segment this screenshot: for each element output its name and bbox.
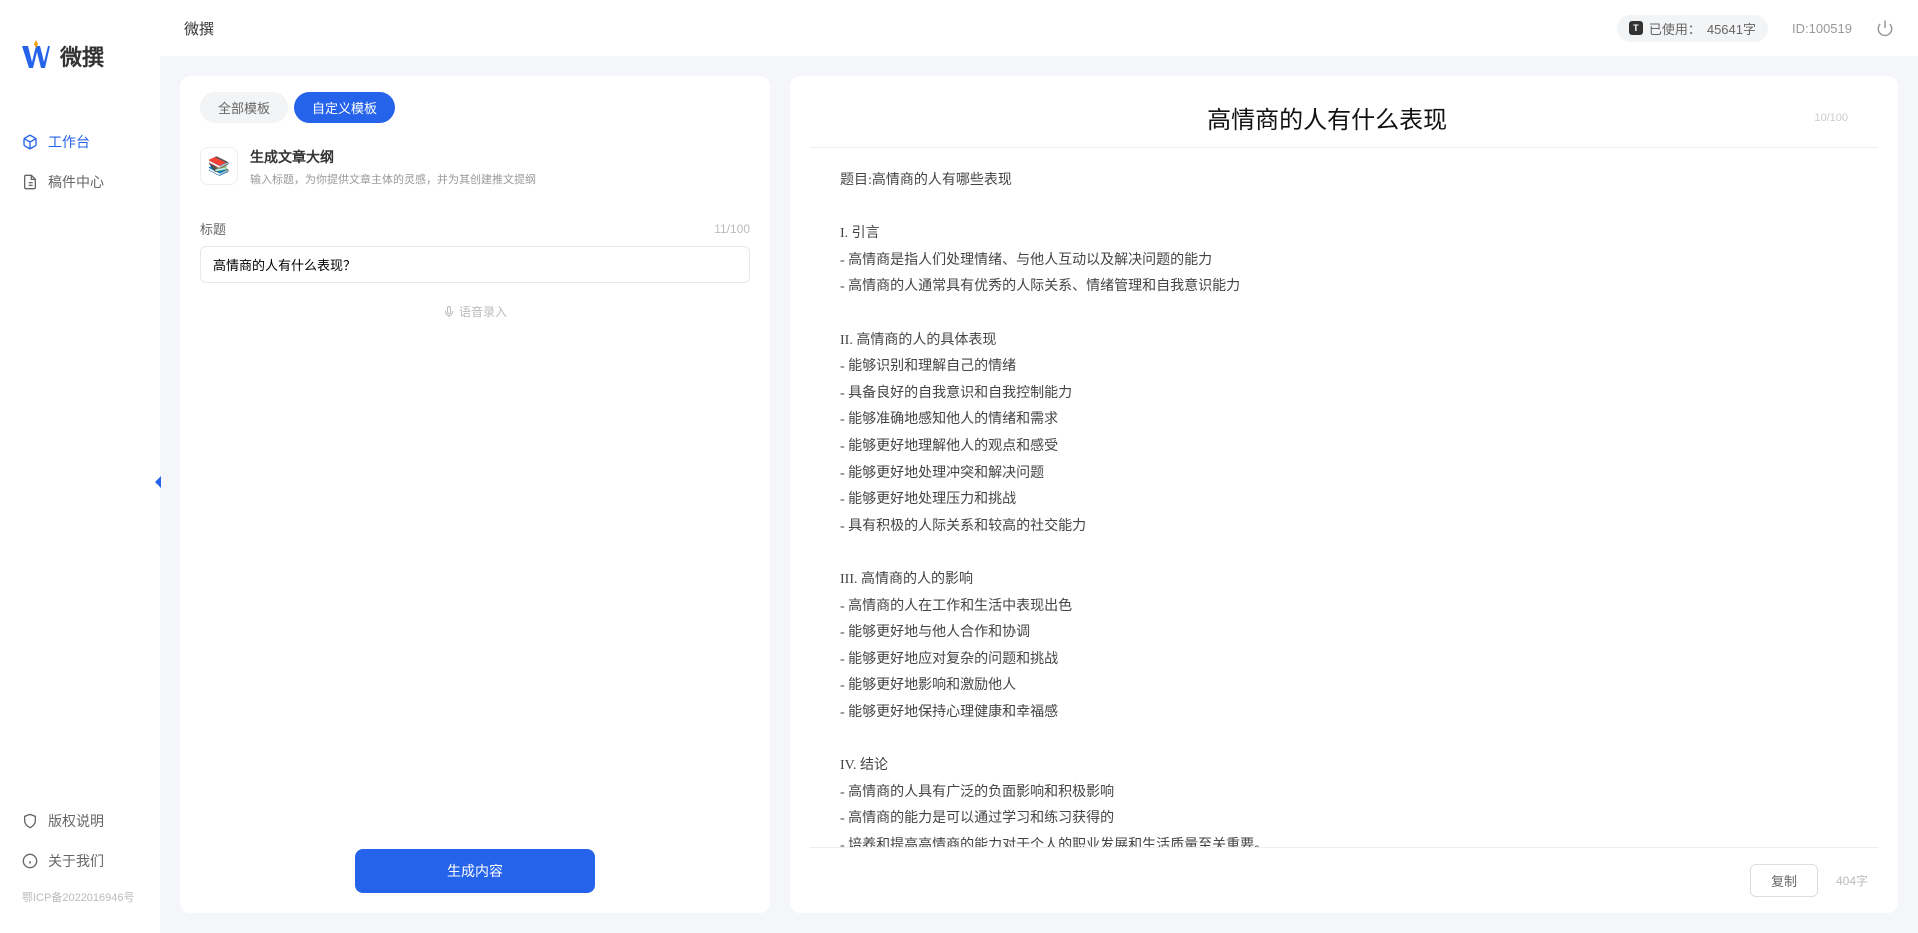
books-icon: 📚	[200, 147, 238, 185]
template-desc: 输入标题，为你提供文章主体的灵感，并为其创建推文提纲	[250, 171, 536, 187]
header: 微撰 T 已使用： 45641字 ID:100519	[160, 0, 1918, 56]
nav-label: 关于我们	[48, 851, 104, 871]
nav-label: 稿件中心	[48, 172, 104, 192]
nav-item-docs[interactable]: 稿件中心	[0, 162, 160, 202]
info-icon	[22, 853, 38, 869]
cube-icon	[22, 134, 38, 150]
power-icon[interactable]	[1876, 19, 1894, 37]
tab-custom-template[interactable]: 自定义模板	[294, 92, 395, 123]
nav-item-workspace[interactable]: 工作台	[0, 122, 160, 162]
template-card: 📚 生成文章大纲 输入标题，为你提供文章主体的灵感，并为其创建推文提纲	[180, 135, 770, 199]
template-name: 生成文章大纲	[250, 147, 536, 167]
output-title: 高情商的人有什么表现	[840, 100, 1814, 135]
usage-value: 45641字	[1707, 19, 1756, 38]
sidebar-collapse-toggle[interactable]	[148, 470, 168, 494]
form: 标题 11/100 语音录入	[180, 199, 770, 360]
nav-label: 版权说明	[48, 811, 104, 831]
nav-item-about[interactable]: 关于我们	[0, 841, 160, 881]
tab-all-templates[interactable]: 全部模板	[200, 92, 288, 123]
output-panel: 高情商的人有什么表现 10/100 题目:高情商的人有哪些表现 I. 引言 - …	[790, 76, 1898, 913]
mic-icon	[443, 306, 455, 318]
logo-text: 微撰	[60, 40, 104, 72]
title-label: 标题	[200, 219, 226, 238]
generate-button[interactable]: 生成内容	[355, 849, 595, 893]
chevron-left-icon	[153, 475, 163, 489]
title-char-count: 11/100	[714, 222, 750, 236]
shield-icon	[22, 813, 38, 829]
usage-badge[interactable]: T 已使用： 45641字	[1617, 15, 1768, 42]
icp-text: 鄂ICP备2022016946号	[0, 881, 160, 913]
nav-label: 工作台	[48, 132, 90, 152]
voice-label: 语音录入	[459, 303, 507, 320]
user-id: ID:100519	[1792, 21, 1852, 36]
nav-bottom: 版权说明 关于我们 鄂ICP备2022016946号	[0, 801, 160, 933]
nav-item-copyright[interactable]: 版权说明	[0, 801, 160, 841]
output-body[interactable]: 题目:高情商的人有哪些表现 I. 引言 - 高情商是指人们处理情绪、与他人互动以…	[810, 148, 1878, 848]
nav-list: 工作台 稿件中心	[0, 102, 160, 801]
editor-panel: 全部模板 自定义模板 📚 生成文章大纲 输入标题，为你提供文章主体的灵感，并为其…	[180, 76, 770, 913]
logo[interactable]: 微撰	[0, 0, 160, 102]
voice-input-button[interactable]: 语音录入	[200, 283, 750, 340]
usage-label: 已使用：	[1649, 19, 1701, 38]
sidebar: 微撰 工作台 稿件中心 版权说明 关于我们 鄂ICP备2022016946号	[0, 0, 160, 933]
title-input[interactable]	[200, 246, 750, 283]
copy-button[interactable]: 复制	[1750, 864, 1818, 897]
text-icon: T	[1629, 21, 1643, 35]
tabs: 全部模板 自定义模板	[180, 76, 770, 135]
document-icon	[22, 174, 38, 190]
output-word-count: 404字	[1836, 872, 1868, 889]
logo-icon	[20, 40, 52, 72]
main: 全部模板 自定义模板 📚 生成文章大纲 输入标题，为你提供文章主体的灵感，并为其…	[160, 56, 1918, 933]
page-title: 微撰	[184, 18, 214, 39]
output-title-count: 10/100	[1814, 112, 1848, 124]
